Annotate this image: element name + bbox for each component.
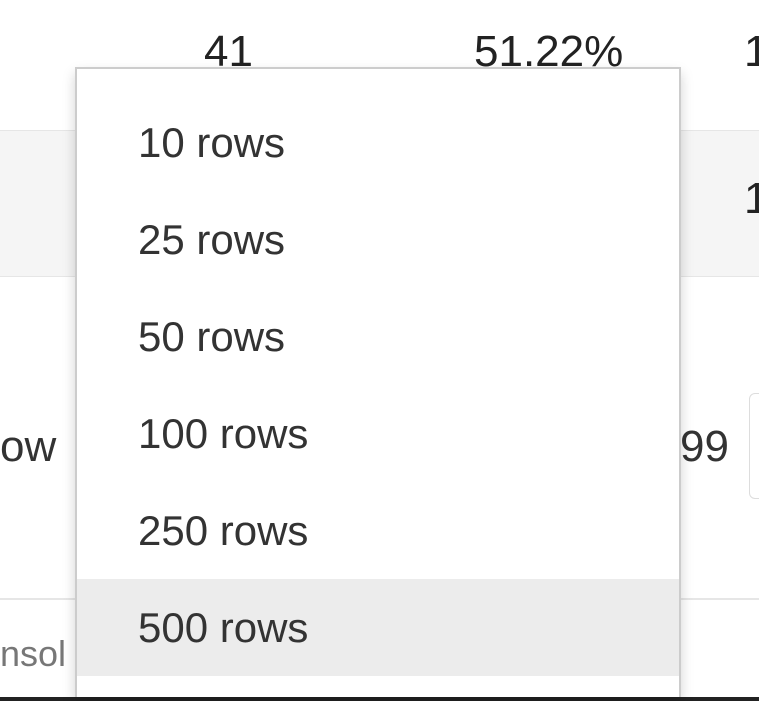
- rows-option-250[interactable]: 250 rows: [77, 482, 679, 579]
- table-cell-edge: 1: [744, 174, 759, 223]
- show-rows-label: ow: [0, 422, 57, 471]
- window-bottom-edge: [0, 697, 759, 701]
- pager-value: 99: [680, 422, 729, 471]
- pager-next-button[interactable]: [749, 393, 759, 499]
- table-cell-edge: 1: [744, 27, 759, 76]
- footer-text: nsol: [0, 633, 67, 674]
- rows-option-100[interactable]: 100 rows: [77, 385, 679, 482]
- rows-per-page-dropdown[interactable]: 10 rows 25 rows 50 rows 100 rows 250 row…: [75, 67, 681, 697]
- page: 41 51.22% 1 1 ow 99 nsol 10 rows 25 rows…: [0, 0, 759, 701]
- rows-option-10[interactable]: 10 rows: [77, 94, 679, 191]
- rows-option-50[interactable]: 50 rows: [77, 288, 679, 385]
- rows-option-500[interactable]: 500 rows: [77, 579, 679, 676]
- rows-option-25[interactable]: 25 rows: [77, 191, 679, 288]
